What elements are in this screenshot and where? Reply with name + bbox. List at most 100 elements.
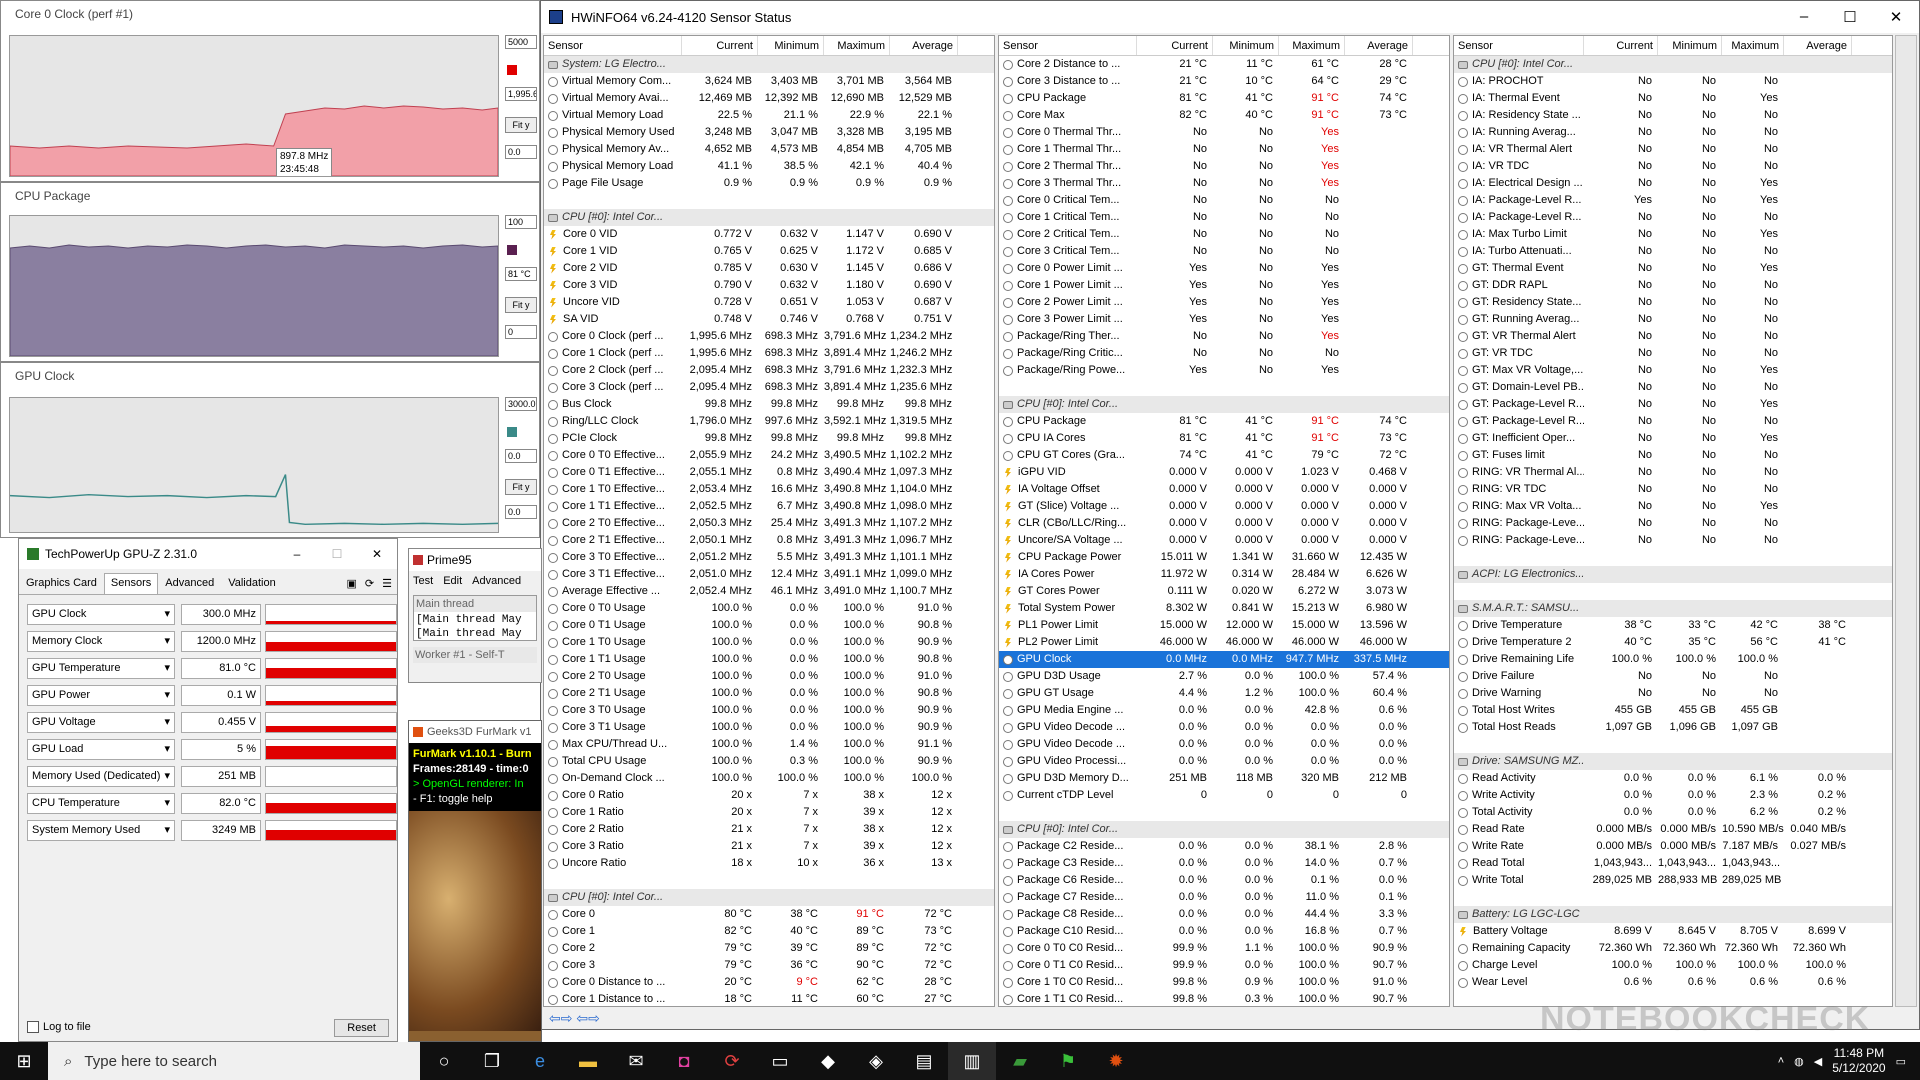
sensor-row[interactable]: RING: Package-Leve... No No No: [1454, 532, 1892, 549]
sensor-row[interactable]: Write Total 289,025 MB 288,933 MB 289,025 M…: [1454, 872, 1892, 889]
sensor-row[interactable]: PL1 Power Limit 15.000 W 12.000 W 15.000 W 1…: [999, 617, 1449, 634]
sensor-select[interactable]: Memory Used (Dedicated): [27, 766, 175, 787]
menu-test[interactable]: Test: [413, 575, 433, 587]
sensor-group-header[interactable]: CPU [#0]: Intel Cor...: [544, 209, 994, 226]
sensor-row[interactable]: PL2 Power Limit 46.000 W 46.000 W 46.000 W 4…: [999, 634, 1449, 651]
sensor-row[interactable]: RING: VR Thermal Al... No No No: [1454, 464, 1892, 481]
sensor-row[interactable]: Drive Temperature 38 °C 33 °C 42 °C 38 °C: [1454, 617, 1892, 634]
column-header[interactable]: Minimum: [1658, 36, 1722, 55]
sensor-row[interactable]: PCIe Clock 99.8 MHz 99.8 MHz 99.8 MHz 99.8 M…: [544, 430, 994, 447]
sensor-row[interactable]: CPU IA Cores 81 °C 41 °C 91 °C 73 °C: [999, 430, 1449, 447]
column-header[interactable]: Average: [1345, 36, 1413, 55]
sensor-row[interactable]: Core 2 Thermal Thr... No No Yes: [999, 158, 1449, 175]
sensor-row[interactable]: Core 1 VID 0.765 V 0.625 V 1.172 V 0.685 V: [544, 243, 994, 260]
sensor-row[interactable]: Ring/LLC Clock 1,796.0 MHz 997.6 MHz 3,592.…: [544, 413, 994, 430]
sensor-row[interactable]: Virtual Memory Avai... 12,469 MB 12,392 MB…: [544, 90, 994, 107]
sensor-select[interactable]: GPU Voltage: [27, 712, 175, 733]
sensor-row[interactable]: Core 0 T1 Usage 100.0 % 0.0 % 100.0 % 90.8 %: [544, 617, 994, 634]
sensor-row[interactable]: Core 1 82 °C 40 °C 89 °C 73 °C: [544, 923, 994, 940]
sensor-row[interactable]: IA: Residency State ... No No No: [1454, 107, 1892, 124]
sensor-row[interactable]: Package C3 Reside... 0.0 % 0.0 % 14.0 % 0.7 …: [999, 855, 1449, 872]
sensor-row[interactable]: Core 1 Power Limit ... Yes No Yes: [999, 277, 1449, 294]
sensor-row[interactable]: Core 1 Critical Tem... No No No: [999, 209, 1449, 226]
edge-icon[interactable]: e: [516, 1042, 564, 1080]
sensor-row[interactable]: Core 0 80 °C 38 °C 91 °C 72 °C: [544, 906, 994, 923]
sensor-row[interactable]: GT: Running Averag... No No No: [1454, 311, 1892, 328]
sensor-row[interactable]: Drive Remaining Life 100.0 % 100.0 % 100.0 …: [1454, 651, 1892, 668]
sensor-row[interactable]: Bus Clock 99.8 MHz 99.8 MHz 99.8 MHz 99.8 MH…: [544, 396, 994, 413]
app-icon[interactable]: ◆: [804, 1042, 852, 1080]
sensor-row[interactable]: Wear Level 0.6 % 0.6 % 0.6 % 0.6 %: [1454, 974, 1892, 991]
sensor-row[interactable]: Core 2 T0 Usage 100.0 % 0.0 % 100.0 % 91.0 %: [544, 668, 994, 685]
sensor-row[interactable]: Core 2 Distance to ... 21 °C 11 °C 61 °C 28 …: [999, 56, 1449, 73]
sensor-row[interactable]: Virtual Memory Com... 3,624 MB 3,403 MB 3,7…: [544, 73, 994, 90]
sensor-row[interactable]: Core 1 Ratio 20 x 7 x 39 x 12 x: [544, 804, 994, 821]
sensor-row[interactable]: GPU Media Engine ... 0.0 % 0.0 % 42.8 % 0.6 …: [999, 702, 1449, 719]
sensor-row[interactable]: IA: Thermal Event No No Yes: [1454, 90, 1892, 107]
network-icon[interactable]: ◍: [1794, 1055, 1804, 1068]
sensor-row[interactable]: Core 1 Distance to ... 18 °C 11 °C 60 °C 27 …: [544, 991, 994, 1006]
search-box[interactable]: ⌕ Type here to search: [48, 1042, 420, 1080]
tab-graphics-card[interactable]: Graphics Card: [19, 573, 104, 594]
sensor-row[interactable]: RING: Max VR Volta... No No Yes: [1454, 498, 1892, 515]
column-header[interactable]: Sensor: [999, 36, 1137, 55]
chevron-up-icon[interactable]: ˄: [1778, 1055, 1784, 1067]
notification-icon[interactable]: ▭: [1896, 1055, 1906, 1068]
sensor-panel-3[interactable]: Sensor Current Minimum Maximum Average CPU [#…: [1453, 35, 1893, 1007]
sensor-row[interactable]: Core 1 T1 Usage 100.0 % 0.0 % 100.0 % 90.8 %: [544, 651, 994, 668]
sensor-row[interactable]: Core 3 T1 Effective... 2,051.0 MHz 12.4 MH…: [544, 566, 994, 583]
file-explorer-icon[interactable]: ▬: [564, 1042, 612, 1080]
sensor-row[interactable]: Package/Ring Critic... No No No: [999, 345, 1449, 362]
sensor-row[interactable]: Core 0 Thermal Thr... No No Yes: [999, 124, 1449, 141]
sensor-row[interactable]: Core 0 T0 Usage 100.0 % 0.0 % 100.0 % 91.0 %: [544, 600, 994, 617]
column-header[interactable]: Current: [682, 36, 758, 55]
sensor-row[interactable]: Core 2 T1 Effective... 2,050.1 MHz 0.8 MHz…: [544, 532, 994, 549]
sensor-row[interactable]: IA Cores Power 11.972 W 0.314 W 28.484 W 6.6…: [999, 566, 1449, 583]
sensor-row[interactable]: IA: VR TDC No No No: [1454, 158, 1892, 175]
fit-y-button[interactable]: Fit y: [505, 297, 537, 313]
sensor-row[interactable]: Physical Memory Used 3,248 MB 3,047 MB 3,32…: [544, 124, 994, 141]
sensor-row[interactable]: GT: Inefficient Oper... No No Yes: [1454, 430, 1892, 447]
sensor-row[interactable]: Core 2 T0 Effective... 2,050.3 MHz 25.4 MH…: [544, 515, 994, 532]
sensor-row[interactable]: IA: PROCHOT No No No: [1454, 73, 1892, 90]
sensor-row[interactable]: Write Activity 0.0 % 0.0 % 2.3 % 0.2 %: [1454, 787, 1892, 804]
sensor-row[interactable]: GPU D3D Memory D... 251 MB 118 MB 320 MB 212…: [999, 770, 1449, 787]
sensor-row[interactable]: CLR (CBo/LLC/Ring... 0.000 V 0.000 V 0.000 …: [999, 515, 1449, 532]
sensor-row[interactable]: Core 3 Ratio 21 x 7 x 39 x 12 x: [544, 838, 994, 855]
sensor-row[interactable]: Battery Voltage 8.699 V 8.645 V 8.705 V 8.69…: [1454, 923, 1892, 940]
sensor-select[interactable]: GPU Power: [27, 685, 175, 706]
windows-start-icon[interactable]: ⊞: [0, 1042, 48, 1080]
column-header[interactable]: Maximum: [824, 36, 890, 55]
sensor-row[interactable]: Read Total 1,043,943... 1,043,943... 1,043,…: [1454, 855, 1892, 872]
column-header[interactable]: Minimum: [758, 36, 824, 55]
sensor-row[interactable]: Write Rate 0.000 MB/s 0.000 MB/s 7.187 MB/s…: [1454, 838, 1892, 855]
sensor-row[interactable]: GT: Fuses limit No No No: [1454, 447, 1892, 464]
clock-time[interactable]: 11:48 PM: [1832, 1046, 1885, 1061]
sensor-row[interactable]: Core 1 Clock (perf ... 1,995.6 MHz 698.3 M…: [544, 345, 994, 362]
sensor-row[interactable]: Core 0 T0 Effective... 2,055.9 MHz 24.2 MH…: [544, 447, 994, 464]
sensor-row[interactable]: Core 3 Critical Tem... No No No: [999, 243, 1449, 260]
minimize-icon[interactable]: –: [1781, 8, 1827, 26]
gpuz-taskbar-icon[interactable]: ▰: [996, 1042, 1044, 1080]
sensor-row[interactable]: Package C8 Reside... 0.0 % 0.0 % 44.4 % 3.3 …: [999, 906, 1449, 923]
checkbox-icon[interactable]: [27, 1021, 39, 1033]
sensor-select[interactable]: GPU Load: [27, 739, 175, 760]
fit-y-button[interactable]: Fit y: [505, 479, 537, 495]
sensor-select[interactable]: GPU Temperature: [27, 658, 175, 679]
menu-advanced[interactable]: Advanced: [472, 575, 521, 587]
tab-sensors[interactable]: Sensors: [103, 573, 159, 594]
sensor-row[interactable]: Core 1 T1 Effective... 2,052.5 MHz 6.7 MHz…: [544, 498, 994, 515]
sensor-row[interactable]: IA: VR Thermal Alert No No No: [1454, 141, 1892, 158]
sensor-row[interactable]: Core 0 T1 C0 Resid... 99.9 % 0.0 % 100.0 % 9…: [999, 957, 1449, 974]
sensor-row[interactable]: IA: Running Averag... No No No: [1454, 124, 1892, 141]
sensor-row[interactable]: IA: Package-Level R... Yes No Yes: [1454, 192, 1892, 209]
sensor-row[interactable]: GPU Clock 0.0 MHz 0.0 MHz 947.7 MHz 337.5 MH…: [999, 651, 1449, 668]
app-icon[interactable]: ◘: [660, 1042, 708, 1080]
sensor-group-header[interactable]: CPU [#0]: Intel Cor...: [999, 821, 1449, 838]
sensor-row[interactable]: Total Host Reads 1,097 GB 1,096 GB 1,097 GB: [1454, 719, 1892, 736]
column-header[interactable]: Sensor: [1454, 36, 1584, 55]
sensor-row[interactable]: Core 2 VID 0.785 V 0.630 V 1.145 V 0.686 V: [544, 260, 994, 277]
sensor-row[interactable]: Core 0 Critical Tem... No No No: [999, 192, 1449, 209]
sensor-row[interactable]: Core 3 T0 Effective... 2,051.2 MHz 5.5 MHz…: [544, 549, 994, 566]
sensor-row[interactable]: Drive Warning No No No: [1454, 685, 1892, 702]
